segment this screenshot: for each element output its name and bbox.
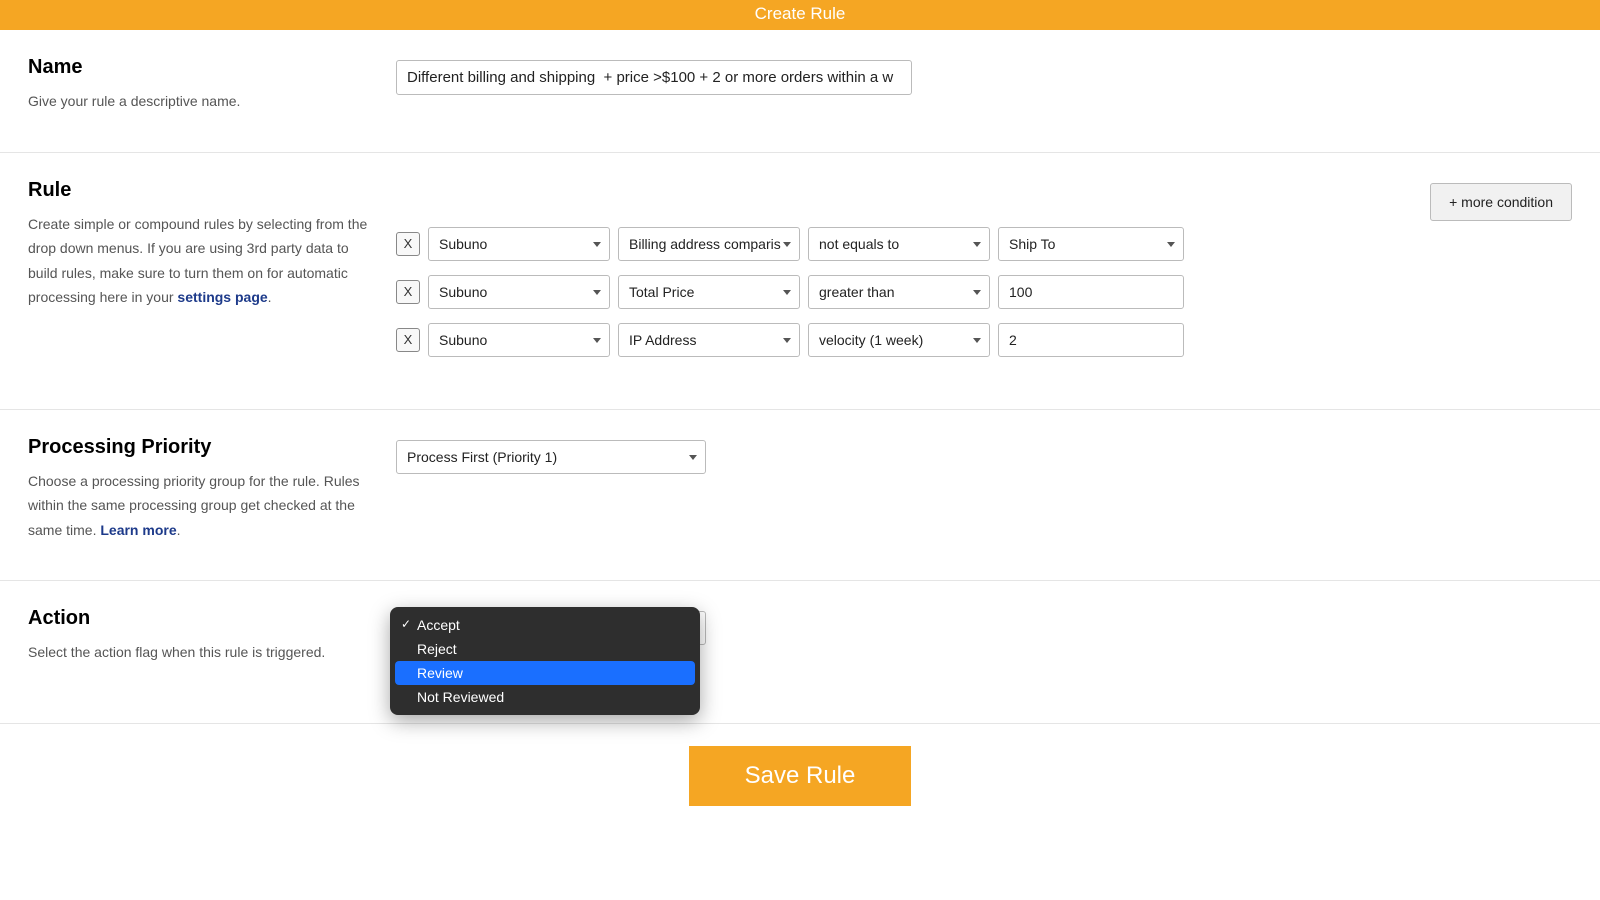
action-option[interactable]: Not Reviewed — [395, 685, 695, 709]
rule-section: Rule Create simple or compound rules by … — [0, 153, 1600, 410]
priority-section-right: Process First (Priority 1) — [396, 436, 1572, 543]
priority-section-left: Processing Priority Choose a processing … — [28, 436, 396, 543]
name-section: Name Give your rule a descriptive name. — [0, 30, 1600, 153]
action-description: Select the action flag when this rule is… — [28, 640, 376, 665]
action-option[interactable]: Reject — [395, 637, 695, 661]
remove-condition-button[interactable]: X — [396, 232, 420, 256]
remove-condition-button[interactable]: X — [396, 328, 420, 352]
page-title: Create Rule — [755, 4, 846, 23]
rule-section-left: Rule Create simple or compound rules by … — [28, 179, 396, 371]
add-condition-button[interactable]: + more condition — [1430, 183, 1572, 221]
condition-value-select[interactable]: Ship To — [998, 227, 1184, 261]
action-option[interactable]: Review — [395, 661, 695, 685]
action-section: Action Select the action flag when this … — [0, 581, 1600, 724]
action-section-left: Action Select the action flag when this … — [28, 607, 396, 665]
priority-section: Processing Priority Choose a processing … — [0, 410, 1600, 582]
condition-field-select[interactable]: Total Price — [618, 275, 800, 309]
action-dropdown-menu: AcceptRejectReviewNot Reviewed — [390, 607, 700, 715]
condition-operator-select[interactable]: not equals to — [808, 227, 990, 261]
save-row: Save Rule — [0, 724, 1600, 806]
condition-operator-select[interactable]: velocity (1 week) — [808, 323, 990, 357]
condition-source-select[interactable]: Subuno — [428, 323, 610, 357]
name-section-right — [396, 56, 1572, 114]
rule-section-right: + more condition XSubunoBilling address … — [396, 179, 1572, 371]
rule-name-input[interactable] — [396, 60, 912, 95]
condition-field-select[interactable]: IP Address — [618, 323, 800, 357]
learn-more-link[interactable]: Learn more — [100, 522, 176, 538]
name-section-left: Name Give your rule a descriptive name. — [28, 56, 396, 114]
name-heading: Name — [28, 56, 376, 79]
action-heading: Action — [28, 607, 376, 630]
priority-heading: Processing Priority — [28, 436, 376, 459]
rule-description: Create simple or compound rules by selec… — [28, 212, 376, 310]
remove-condition-button[interactable]: X — [396, 280, 420, 304]
rule-row: X SubunoBilling address comparisnot equal… — [396, 227, 1572, 261]
condition-value-input[interactable]: 2 — [998, 323, 1184, 357]
name-description: Give your rule a descriptive name. — [28, 89, 376, 114]
settings-page-link[interactable]: settings page — [177, 289, 267, 305]
rule-row: X SubunoTotal Pricegreater than100 — [396, 275, 1572, 309]
priority-select[interactable]: Process First (Priority 1) — [396, 440, 706, 474]
condition-field-select[interactable]: Billing address comparis — [618, 227, 800, 261]
priority-description: Choose a processing priority group for t… — [28, 469, 376, 543]
page-header: Create Rule — [0, 0, 1600, 30]
rule-row: X SubunoIP Addressvelocity (1 week)2 — [396, 323, 1572, 357]
condition-source-select[interactable]: Subuno — [428, 275, 610, 309]
action-section-right: AcceptRejectReviewNot Reviewed — [396, 607, 1572, 665]
condition-value-input[interactable]: 100 — [998, 275, 1184, 309]
save-rule-button[interactable]: Save Rule — [689, 746, 912, 806]
condition-operator-select[interactable]: greater than — [808, 275, 990, 309]
rule-rows-container: XSubunoBilling address comparisnot equal… — [396, 227, 1572, 357]
condition-source-select[interactable]: Subuno — [428, 227, 610, 261]
action-option[interactable]: Accept — [395, 613, 695, 637]
rule-heading: Rule — [28, 179, 376, 202]
